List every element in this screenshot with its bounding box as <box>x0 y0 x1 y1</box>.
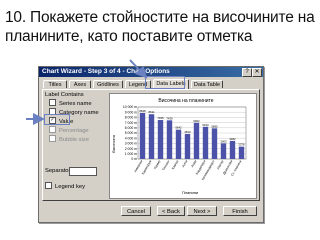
data-label: 6194 <box>202 123 209 127</box>
bar <box>166 120 173 159</box>
separator-dropdown[interactable] <box>69 167 97 176</box>
bar <box>175 129 182 159</box>
x-tick-label: Тяншан <box>161 159 170 171</box>
data-label: 7439 <box>166 116 173 120</box>
chart-wizard-dialog: Chart Wizard - Step 3 of 4 - Chart Optio… <box>38 66 264 223</box>
x-tick-label: Анди <box>190 159 197 168</box>
y-tick-label: 1 000 m <box>125 152 137 156</box>
y-tick-label: 6 000 m <box>125 126 137 130</box>
tab-titles[interactable]: Titles <box>43 80 67 88</box>
y-tick-label: 4 000 m <box>125 136 137 140</box>
option-percentage: Percentage <box>49 126 89 135</box>
close-button[interactable]: ✕ <box>252 68 262 77</box>
data-label: 4810 <box>184 130 191 134</box>
y-tick-label: 3 000 m <box>125 142 137 146</box>
y-axis-label: Височина <box>111 134 116 153</box>
chart-title: Височина на планините <box>158 98 213 104</box>
data-label: 7495 <box>157 116 164 120</box>
next-button[interactable]: Next > <box>187 206 217 216</box>
series-name-label: Series name <box>59 101 92 108</box>
bar <box>238 146 245 159</box>
option-series-name[interactable]: Series name <box>49 99 92 108</box>
slide-title: 10. Покажете стойностите на височините н… <box>5 9 315 45</box>
option-bubble-size: Bubble size <box>49 135 89 144</box>
y-tick-label: 0 m <box>131 157 137 161</box>
bar <box>220 143 227 159</box>
x-tick-label: Алпи <box>181 159 188 168</box>
tab-axes[interactable]: Axes <box>69 80 91 88</box>
bar <box>184 133 191 159</box>
y-tick-label: 8 000 m <box>125 116 137 120</box>
series-name-checkbox[interactable] <box>49 99 56 106</box>
bar <box>148 114 155 159</box>
bar <box>157 120 164 159</box>
chart-preview: Височина на планините Височина Планини 1… <box>109 93 257 199</box>
data-label: 5895 <box>211 124 218 128</box>
plot-area: 10 000 m9 000 m 8 000 m7 000 m6 000 m5 00… <box>123 105 247 181</box>
cancel-button[interactable]: Cancel <box>121 206 151 216</box>
data-label: 5642 <box>175 126 182 130</box>
finish-button[interactable]: Finish <box>223 206 257 216</box>
y-tick-label: 7 000 m <box>125 121 137 125</box>
bubble-size-label: Bubble size <box>59 137 89 144</box>
percentage-checkbox <box>49 126 56 133</box>
x-tick-label: Кавказ <box>171 159 180 170</box>
data-label: 3003 <box>220 139 227 143</box>
data-labels-tab-highlight <box>145 76 185 89</box>
value-option-highlight <box>44 114 70 125</box>
label-contains-heading: Label Contains <box>45 92 84 98</box>
back-button[interactable]: < Back <box>157 206 185 216</box>
bar <box>193 122 200 159</box>
tab-gridlines[interactable]: Gridlines <box>93 80 123 88</box>
y-tick-label: 5 000 m <box>125 131 137 135</box>
data-label: 2376 <box>238 143 245 147</box>
y-tick-label: 2 000 m <box>125 147 137 151</box>
option-legend-key[interactable]: Legend key <box>45 182 85 191</box>
bubble-size-checkbox <box>49 135 56 142</box>
bar <box>211 128 218 159</box>
tab-data-table[interactable]: Data Table <box>191 80 223 88</box>
bar <box>229 140 236 159</box>
bar <box>139 112 146 159</box>
data-label: 8848 <box>139 109 146 113</box>
help-button[interactable]: ? <box>242 68 252 77</box>
legend-key-checkbox[interactable] <box>45 182 52 189</box>
legend-key-label: Legend key <box>55 184 85 191</box>
data-label: 8611 <box>148 110 154 114</box>
bar <box>202 126 209 159</box>
percentage-label: Percentage <box>59 128 89 135</box>
x-tick-label: Памир <box>153 159 161 170</box>
chart-svg: Височина на планините Височина Планини 1… <box>111 98 247 195</box>
data-label: 6962 <box>193 119 200 123</box>
y-tick-label: 9 000 m <box>125 110 137 114</box>
y-tick-label: 10 000 m <box>123 105 137 109</box>
x-axis-label: Планини <box>182 190 198 195</box>
data-label: 3482 <box>229 137 236 141</box>
x-tick-label: Ахагар <box>216 159 225 170</box>
